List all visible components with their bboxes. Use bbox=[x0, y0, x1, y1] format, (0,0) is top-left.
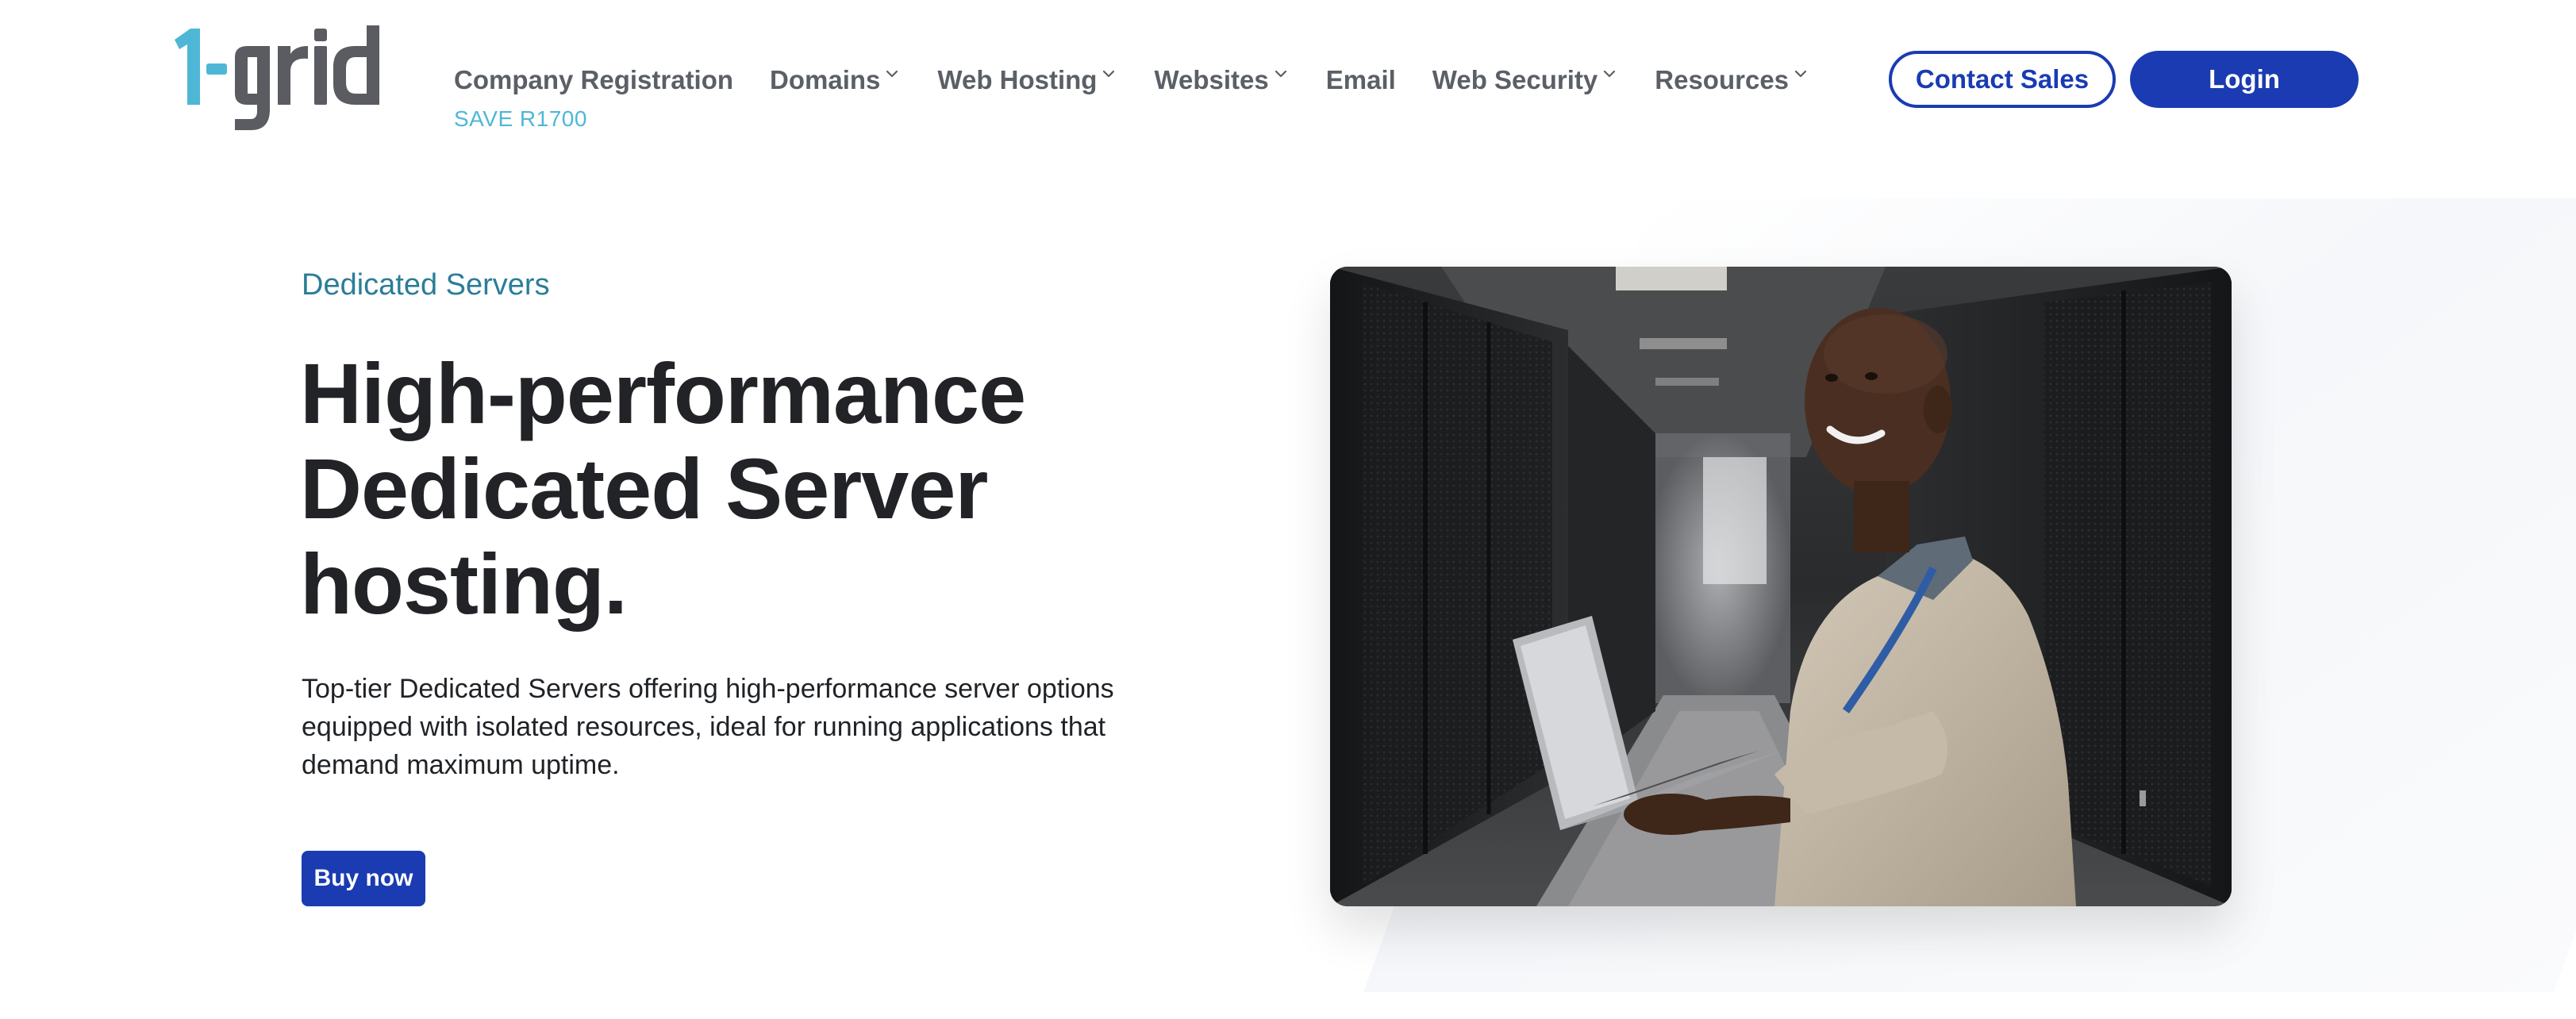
chevron-down-icon bbox=[1103, 70, 1115, 78]
chevron-down-icon bbox=[886, 70, 898, 78]
nav-item-label: Web Hosting bbox=[937, 65, 1098, 94]
login-button[interactable]: Login bbox=[2130, 51, 2359, 108]
nav-item-domains[interactable]: Domains bbox=[770, 65, 901, 95]
page: Company Registration Domains Web Hosting… bbox=[0, 0, 2576, 1019]
nav-item-label: Resources bbox=[1655, 65, 1790, 94]
hero-title: High-performance Dedicated Server hostin… bbox=[300, 346, 1173, 632]
promo-badge[interactable]: SAVE R1700 bbox=[454, 106, 587, 132]
nav-item-label: Web Security bbox=[1432, 65, 1598, 94]
nav-item-web-hosting[interactable]: Web Hosting bbox=[937, 65, 1117, 95]
chevron-down-icon bbox=[1275, 70, 1286, 78]
hero-description: Top-tier Dedicated Servers offering high… bbox=[302, 674, 1114, 780]
hero-title-line: hosting. bbox=[300, 536, 628, 632]
main-nav: Company Registration Domains Web Hosting… bbox=[454, 60, 1809, 100]
chevron-down-icon bbox=[1794, 70, 1807, 78]
nav-item-email[interactable]: Email bbox=[1326, 65, 1396, 95]
nav-item-resources[interactable]: Resources bbox=[1655, 65, 1809, 95]
nav-item-company-registration[interactable]: Company Registration bbox=[454, 65, 733, 95]
nav-item-websites[interactable]: Websites bbox=[1154, 65, 1289, 95]
hero-title-line: High-performance bbox=[300, 345, 1026, 441]
brand-logo[interactable] bbox=[168, 22, 422, 133]
site-header: Company Registration Domains Web Hosting… bbox=[0, 0, 2576, 159]
hero-image bbox=[1330, 267, 2232, 906]
nav-item-web-security[interactable]: Web Security bbox=[1432, 65, 1618, 95]
buy-now-button[interactable]: Buy now bbox=[302, 851, 425, 906]
chevron-down-icon bbox=[1604, 70, 1616, 78]
nav-item-label: Email bbox=[1325, 65, 1396, 94]
nav-item-label: Websites bbox=[1154, 65, 1269, 94]
hero-eyebrow: Dedicated Servers bbox=[302, 268, 550, 302]
nav-item-label: Company Registration bbox=[454, 65, 734, 94]
technician-photo-icon bbox=[1330, 267, 2232, 906]
hero-title-line: Dedicated Server bbox=[300, 440, 988, 536]
contact-sales-button[interactable]: Contact Sales bbox=[1889, 51, 2116, 108]
nav-item-label: Domains bbox=[770, 65, 881, 94]
